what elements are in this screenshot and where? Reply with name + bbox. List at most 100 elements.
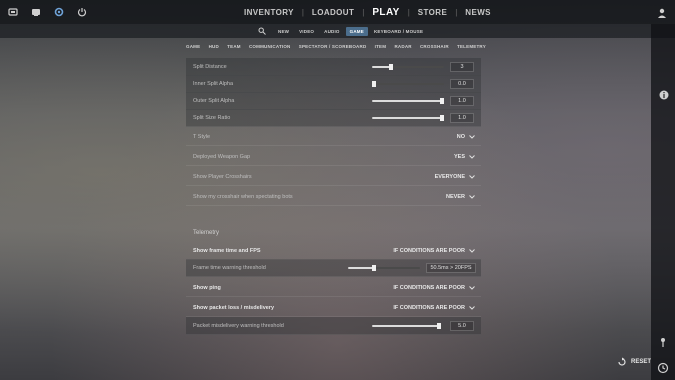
frame-time-threshold-value[interactable]: 50.5ms > 20FPS — [426, 263, 476, 273]
slider-thumb[interactable] — [372, 265, 376, 271]
setting-show-ping[interactable]: Show ping IF CONDITIONS ARE POOR — [186, 279, 481, 297]
packet-loss-dropdown[interactable]: IF CONDITIONS ARE POOR — [393, 305, 475, 311]
antenna-icon[interactable] — [655, 334, 671, 350]
category-crosshair[interactable]: CROSSHAIR — [420, 44, 449, 49]
reset-button[interactable]: RESET — [617, 357, 651, 367]
setting-packet-threshold: Packet misdelivery warning threshold 5.0 — [186, 317, 481, 335]
setting-label: Show my crosshair when spectating bots — [193, 193, 293, 200]
slider-fill — [348, 267, 374, 269]
section-title-telemetry: Telemetry — [193, 230, 220, 236]
settings-subnav: NEW VIDEO AUDIO GAME KEYBOARD / MOUSE — [0, 24, 675, 38]
setting-label: Split Distance — [193, 63, 227, 70]
chevron-down-icon — [469, 154, 475, 159]
info-icon[interactable] — [659, 87, 669, 100]
setting-label: Show ping — [193, 284, 221, 291]
right-rail — [651, 24, 675, 380]
dropdown-value: IF CONDITIONS ARE POOR — [393, 304, 465, 311]
setting-label: Inner Split Alpha — [193, 80, 234, 87]
setting-t-style[interactable]: T Style NO — [186, 128, 481, 146]
settings-tabs: NEW VIDEO AUDIO GAME KEYBOARD / MOUSE — [258, 24, 427, 38]
nav-store[interactable]: STORE — [410, 8, 455, 17]
tab-game[interactable]: GAME — [345, 26, 368, 36]
tv-icon[interactable] — [29, 5, 43, 19]
dropdown-value: EVERYONE — [434, 173, 465, 180]
tab-new[interactable]: NEW — [274, 27, 293, 36]
nav-news[interactable]: NEWS — [457, 8, 499, 17]
split-size-ratio-value[interactable]: 1.0 — [450, 113, 474, 123]
slider-thumb[interactable] — [389, 64, 393, 70]
setting-label: Frame time warning threshold — [193, 264, 266, 271]
dropdown-value: NEVER — [446, 193, 465, 200]
slider-thumb[interactable] — [437, 323, 441, 329]
dropdown-value: NO — [456, 133, 465, 140]
search-icon[interactable] — [258, 27, 266, 35]
setting-show-player-crosshairs[interactable]: Show Player Crosshairs EVERYONE — [186, 168, 481, 186]
reset-icon — [618, 357, 626, 366]
category-telemetry[interactable]: TELEMETRY — [457, 44, 486, 49]
chevron-down-icon — [469, 305, 475, 310]
setting-split-size-ratio: Split Size Ratio 1.0 — [186, 109, 481, 127]
category-item[interactable]: ITEM — [375, 44, 387, 49]
setting-frame-time[interactable]: Show frame time and FPS IF CONDITIONS AR… — [186, 242, 481, 260]
category-radar[interactable]: RADAR — [394, 44, 411, 49]
category-game[interactable]: GAME — [186, 44, 200, 49]
nav-inventory[interactable]: INVENTORY — [236, 8, 302, 17]
category-bar: GAME HUD TEAM COMMUNICATION SPECTATOR / … — [186, 40, 486, 52]
power-icon[interactable] — [75, 5, 89, 19]
top-bar: INVENTORY | LOADOUT | PLAY | STORE | NEW… — [0, 0, 675, 24]
main-nav: INVENTORY | LOADOUT | PLAY | STORE | NEW… — [236, 0, 499, 24]
dropdown-value: IF CONDITIONS ARE POOR — [393, 284, 465, 291]
deployed-weapon-gap-dropdown[interactable]: YES — [454, 154, 475, 160]
inner-split-alpha-value[interactable]: 0.0 — [450, 79, 474, 89]
category-communication[interactable]: COMMUNICATION — [249, 44, 291, 49]
settings-icon[interactable] — [52, 5, 66, 19]
setting-outer-split-alpha: Outer Split Alpha 1.0 — [186, 92, 481, 110]
setting-label: Outer Split Alpha — [193, 97, 235, 104]
profile-icon[interactable] — [656, 6, 668, 18]
nav-loadout[interactable]: LOADOUT — [304, 8, 362, 17]
t-style-dropdown[interactable]: NO — [457, 134, 475, 140]
history-icon[interactable] — [655, 360, 671, 376]
show-ping-dropdown[interactable]: IF CONDITIONS ARE POOR — [393, 285, 475, 291]
packet-threshold-slider[interactable] — [372, 323, 444, 329]
split-distance-value[interactable]: 3 — [450, 62, 474, 72]
show-my-crosshair-bots-dropdown[interactable]: NEVER — [446, 194, 475, 200]
slider-thumb[interactable] — [372, 81, 376, 87]
slider-fill — [372, 117, 442, 119]
home-icon[interactable] — [6, 5, 20, 19]
frame-time-threshold-slider[interactable] — [348, 265, 420, 271]
show-player-crosshairs-dropdown[interactable]: EVERYONE — [435, 174, 475, 180]
slider-thumb[interactable] — [440, 98, 444, 104]
frame-time-dropdown[interactable]: IF CONDITIONS ARE POOR — [393, 248, 475, 254]
split-distance-slider[interactable] — [372, 64, 444, 70]
setting-label: Show packet loss / misdelivery — [193, 304, 275, 311]
setting-label: Split Size Ratio — [193, 114, 231, 121]
tab-keyboard-mouse[interactable]: KEYBOARD / MOUSE — [370, 27, 427, 36]
slider-fill — [372, 100, 442, 102]
category-hud[interactable]: HUD — [209, 44, 219, 49]
outer-split-alpha-value[interactable]: 1.0 — [450, 96, 474, 106]
category-team[interactable]: TEAM — [227, 44, 241, 49]
setting-label: Deployed Weapon Gap — [193, 153, 251, 160]
top-icon-group — [6, 5, 89, 19]
setting-label: Show Player Crosshairs — [193, 173, 252, 180]
split-size-ratio-slider[interactable] — [372, 115, 444, 121]
setting-label: Packet misdelivery warning threshold — [193, 322, 284, 329]
tab-audio[interactable]: AUDIO — [320, 27, 344, 36]
setting-deployed-weapon-gap[interactable]: Deployed Weapon Gap YES — [186, 148, 481, 166]
settings-panel: Split Distance 3 Inner Split Alpha 0.0 O… — [186, 54, 481, 354]
setting-frame-time-threshold: Frame time warning threshold 50.5ms > 20… — [186, 259, 481, 277]
nav-play[interactable]: PLAY — [364, 7, 407, 18]
slider-thumb[interactable] — [440, 115, 444, 121]
packet-threshold-value[interactable]: 5.0 — [450, 321, 474, 331]
setting-packet-loss[interactable]: Show packet loss / misdelivery IF CONDIT… — [186, 299, 481, 317]
category-spectator[interactable]: SPECTATOR / SCOREBOARD — [299, 44, 367, 49]
setting-show-my-crosshair-bots[interactable]: Show my crosshair when spectating bots N… — [186, 188, 481, 206]
inner-split-alpha-slider[interactable] — [372, 81, 444, 87]
tab-video[interactable]: VIDEO — [295, 27, 318, 36]
chevron-down-icon — [469, 248, 475, 253]
setting-inner-split-alpha: Inner Split Alpha 0.0 — [186, 75, 481, 93]
dropdown-value: IF CONDITIONS ARE POOR — [393, 247, 465, 254]
outer-split-alpha-slider[interactable] — [372, 98, 444, 104]
setting-label: Show frame time and FPS — [193, 247, 261, 254]
